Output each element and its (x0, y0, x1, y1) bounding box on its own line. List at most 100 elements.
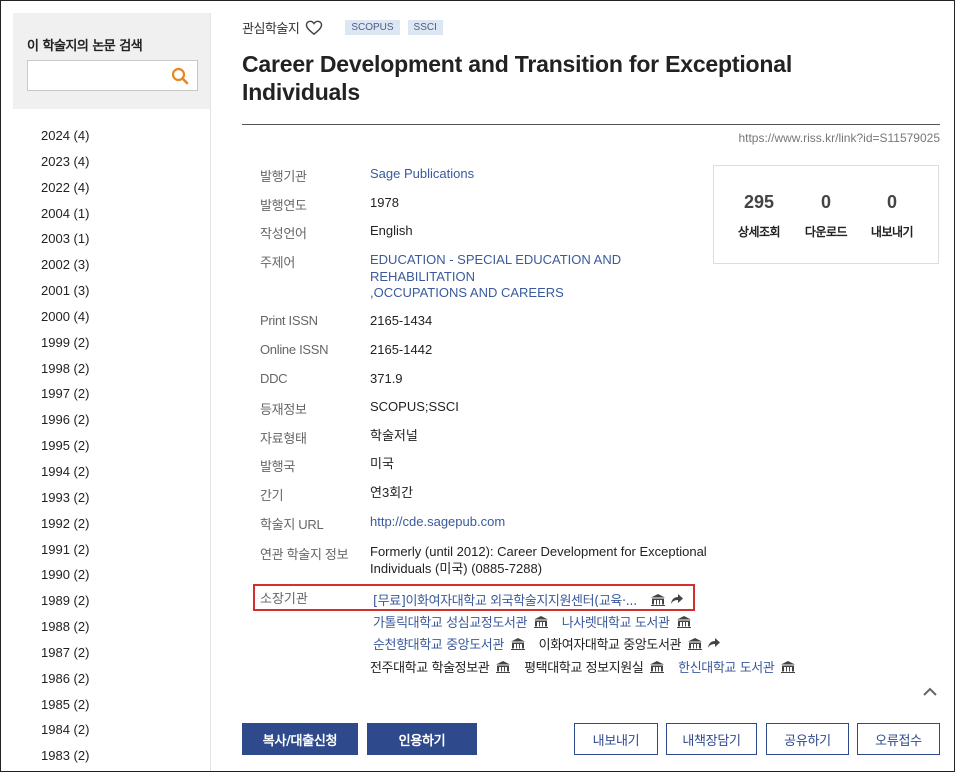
year-item[interactable]: 2022 (4) (41, 179, 89, 205)
publisher-link[interactable]: Sage Publications (370, 166, 710, 183)
year-item[interactable]: 1997 (2) (41, 385, 89, 411)
library-name[interactable]: 나사렛대학교 도서관 (562, 612, 670, 631)
bookshelf-button[interactable]: 내책장담기 (666, 723, 757, 755)
library-name[interactable]: 이화여자대학교 중앙도서관 (539, 634, 682, 653)
year-item[interactable]: 1994 (2) (41, 463, 89, 489)
library-item[interactable]: 평택대학교 정보지원실 (524, 657, 665, 676)
library-name[interactable]: [무료]이화여자대학교 외국학술지지원센터(교육·... (373, 590, 637, 609)
holdings-row: 전주대학교 학술정보관 평택대학교 정보지원실 한신대학교 도서관 (370, 657, 805, 676)
stat-number: 0 (886, 192, 897, 212)
library-building-icon (676, 615, 691, 628)
subject-line[interactable]: EDUCATION - SPECIAL EDUCATION AND (370, 252, 621, 267)
favorite-label: 관심학술지 (242, 22, 300, 37)
stats-box: 295 상세조회 0 다운로드 0 내보내기 (713, 165, 939, 264)
cite-button[interactable]: 인용하기 (367, 723, 477, 755)
year-item[interactable]: 2024 (4) (41, 127, 89, 153)
share-arrow-icon[interactable] (670, 594, 683, 605)
library-building-icon (781, 660, 796, 673)
meta-value: 학술저널 (370, 428, 418, 443)
year-item[interactable]: 1990 (2) (41, 566, 89, 592)
tag-scopus: SCOPUS (345, 20, 400, 35)
library-item[interactable]: 이화여자대학교 중앙도서관 (539, 634, 721, 653)
library-name[interactable]: 평택대학교 정보지원실 (524, 657, 644, 676)
year-item[interactable]: 1991 (2) (41, 541, 89, 567)
year-item[interactable]: 1999 (2) (41, 334, 89, 360)
sidebar-divider (210, 13, 211, 771)
year-item[interactable]: 1983 (2) (41, 747, 89, 773)
library-item[interactable]: [무료]이화여자대학교 외국학술지지원센터(교육·... (373, 590, 683, 609)
meta-label: 발행기관 (260, 169, 307, 184)
library-name[interactable]: 한신대학교 도서관 (678, 657, 775, 676)
year-item[interactable]: 1995 (2) (41, 437, 89, 463)
stat-label: 내보내기 (870, 225, 914, 239)
favorite-row: 관심학술지 SCOPUS SSCI (242, 18, 443, 37)
year-item[interactable]: 1986 (2) (41, 670, 89, 696)
year-item[interactable]: 1989 (2) (41, 592, 89, 618)
meta-label: 자료형태 (260, 431, 307, 446)
library-item[interactable]: 나사렛대학교 도서관 (562, 612, 691, 631)
meta-value: 미국 (370, 456, 394, 471)
year-item[interactable]: 2002 (3) (41, 256, 89, 282)
library-building-icon (650, 660, 665, 673)
related-line: Formerly (until 2012): Career Developmen… (370, 544, 707, 559)
year-item[interactable]: 1992 (2) (41, 515, 89, 541)
holdings-label: 소장기관 (260, 592, 308, 607)
library-item[interactable]: 전주대학교 학술정보관 (370, 657, 511, 676)
stat-number: 295 (743, 192, 775, 212)
library-item[interactable]: 순천향대학교 중앙도서관 (373, 634, 525, 653)
meta-value: SCOPUS;SSCI (370, 399, 459, 414)
tag-ssci: SSCI (407, 20, 443, 35)
meta-label: 발행국 (260, 459, 295, 474)
copy-request-button[interactable]: 복사/대출신청 (242, 723, 358, 755)
library-name[interactable]: 전주대학교 학술정보관 (370, 657, 490, 676)
year-item[interactable]: 1985 (2) (41, 696, 89, 722)
export-button[interactable]: 내보내기 (574, 723, 658, 755)
year-list: 2024 (4) 2023 (4) 2022 (4) 2004 (1) 2003… (41, 127, 89, 773)
stat-exports: 0 내보내기 (857, 192, 927, 240)
meta-label: Print ISSN (260, 313, 318, 328)
year-item[interactable]: 1984 (2) (41, 721, 89, 747)
search-field[interactable] (27, 60, 198, 91)
year-item[interactable]: 1993 (2) (41, 489, 89, 515)
meta-value: 2165-1442 (370, 342, 433, 357)
library-item[interactable]: 가톨릭대학교 성심교정도서관 (373, 612, 549, 631)
search-input[interactable] (32, 62, 176, 91)
journal-url-link[interactable]: http://cde.sagepub.com (370, 514, 710, 531)
meta-label: 발행연도 (260, 198, 307, 213)
share-arrow-icon[interactable] (708, 638, 721, 649)
meta-label: DDC (260, 371, 288, 386)
meta-label: 학술지 URL (260, 517, 324, 532)
meta-value: 2165-1434 (370, 313, 433, 328)
stat-number: 0 (820, 192, 831, 212)
year-item[interactable]: 1998 (2) (41, 360, 89, 386)
subject-links[interactable]: EDUCATION - SPECIAL EDUCATION AND REHABI… (370, 252, 710, 302)
report-error-button[interactable]: 오류접수 (857, 723, 940, 755)
year-item[interactable]: 2001 (3) (41, 282, 89, 308)
subject-line[interactable]: ,OCCUPATIONS AND CAREERS (370, 285, 564, 300)
chevron-up-icon[interactable] (922, 685, 938, 697)
year-item[interactable]: 1988 (2) (41, 618, 89, 644)
permalink[interactable]: https://www.riss.kr/link?id=S11579025 (738, 131, 940, 145)
heart-icon[interactable] (305, 20, 323, 36)
share-button[interactable]: 공유하기 (766, 723, 849, 755)
year-item[interactable]: 1987 (2) (41, 644, 89, 670)
search-icon[interactable] (171, 67, 189, 85)
related-line: Individuals (미국) (0885-7288) (370, 560, 543, 576)
meta-value: 371.9 (370, 371, 403, 386)
related-value: Formerly (until 2012): Career Developmen… (370, 544, 710, 577)
year-item[interactable]: 2000 (4) (41, 308, 89, 334)
year-item[interactable]: 2003 (1) (41, 230, 89, 256)
library-item[interactable]: 한신대학교 도서관 (678, 657, 796, 676)
year-item[interactable]: 2023 (4) (41, 153, 89, 179)
subject-line[interactable]: REHABILITATION (370, 269, 475, 284)
library-building-icon (650, 593, 665, 606)
library-name[interactable]: 가톨릭대학교 성심교정도서관 (373, 612, 527, 631)
library-building-icon (534, 615, 549, 628)
library-name[interactable]: 순천향대학교 중앙도서관 (373, 634, 504, 653)
journal-search-box: 이 학술지의 논문 검색 (13, 13, 210, 109)
library-building-icon (688, 637, 703, 650)
stat-downloads: 0 다운로드 (791, 192, 861, 240)
year-item[interactable]: 1996 (2) (41, 411, 89, 437)
stat-label: 상세조회 (737, 225, 781, 239)
year-item[interactable]: 2004 (1) (41, 205, 89, 231)
